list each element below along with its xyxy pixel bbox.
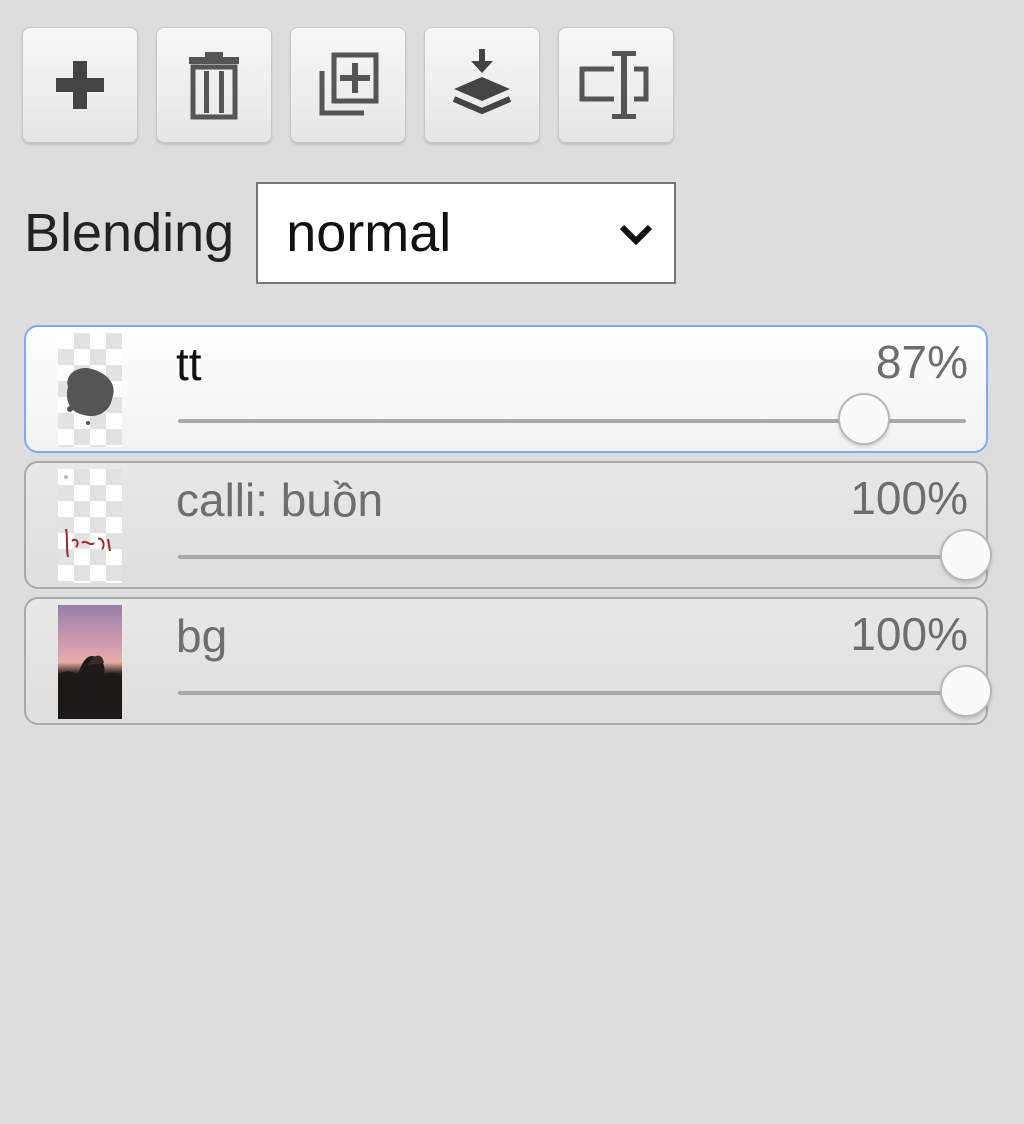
layer-name: calli: buồn xyxy=(176,474,384,526)
merge-down-icon xyxy=(452,49,512,115)
layer-opacity-value: 87% xyxy=(875,336,968,388)
blending-label: Blending xyxy=(24,203,235,263)
duplicate-icon xyxy=(319,52,379,116)
blending-row: Blending normal xyxy=(24,182,677,284)
layer-row-tt[interactable]: tt 87% xyxy=(24,325,988,453)
chevron-down-icon xyxy=(620,224,653,246)
opacity-slider[interactable] xyxy=(178,529,992,581)
layer-row-calli[interactable]: calli: buồn 100% xyxy=(24,461,992,589)
layer-thumbnail xyxy=(58,333,122,447)
rename-layer-button[interactable] xyxy=(558,27,674,143)
layers-list: tt 87% calli: buồn 100% bg 100% xyxy=(24,325,992,733)
opacity-slider-handle[interactable] xyxy=(940,529,992,581)
opacity-slider-handle[interactable] xyxy=(940,665,992,717)
layer-name: bg xyxy=(176,610,228,662)
opacity-slider[interactable] xyxy=(178,665,992,717)
trash-icon xyxy=(189,52,239,120)
blending-select[interactable]: normal xyxy=(256,182,677,284)
layer-row-bg[interactable]: bg 100% xyxy=(24,597,992,725)
delete-layer-button[interactable] xyxy=(156,27,272,143)
opacity-slider-handle[interactable] xyxy=(837,393,890,445)
opacity-slider[interactable] xyxy=(178,393,966,445)
plus-icon xyxy=(56,61,104,109)
layer-thumbnail xyxy=(58,605,122,719)
add-layer-button[interactable] xyxy=(22,27,138,143)
layer-thumbnail xyxy=(58,469,122,583)
layer-name: tt xyxy=(176,338,202,390)
layer-toolbar xyxy=(22,27,674,143)
layer-opacity-value: 100% xyxy=(850,472,968,524)
layer-opacity-value: 100% xyxy=(850,608,968,660)
duplicate-layer-button[interactable] xyxy=(290,27,406,143)
merge-down-button[interactable] xyxy=(424,27,540,143)
rename-icon xyxy=(579,51,649,119)
blending-value: normal xyxy=(286,203,452,263)
